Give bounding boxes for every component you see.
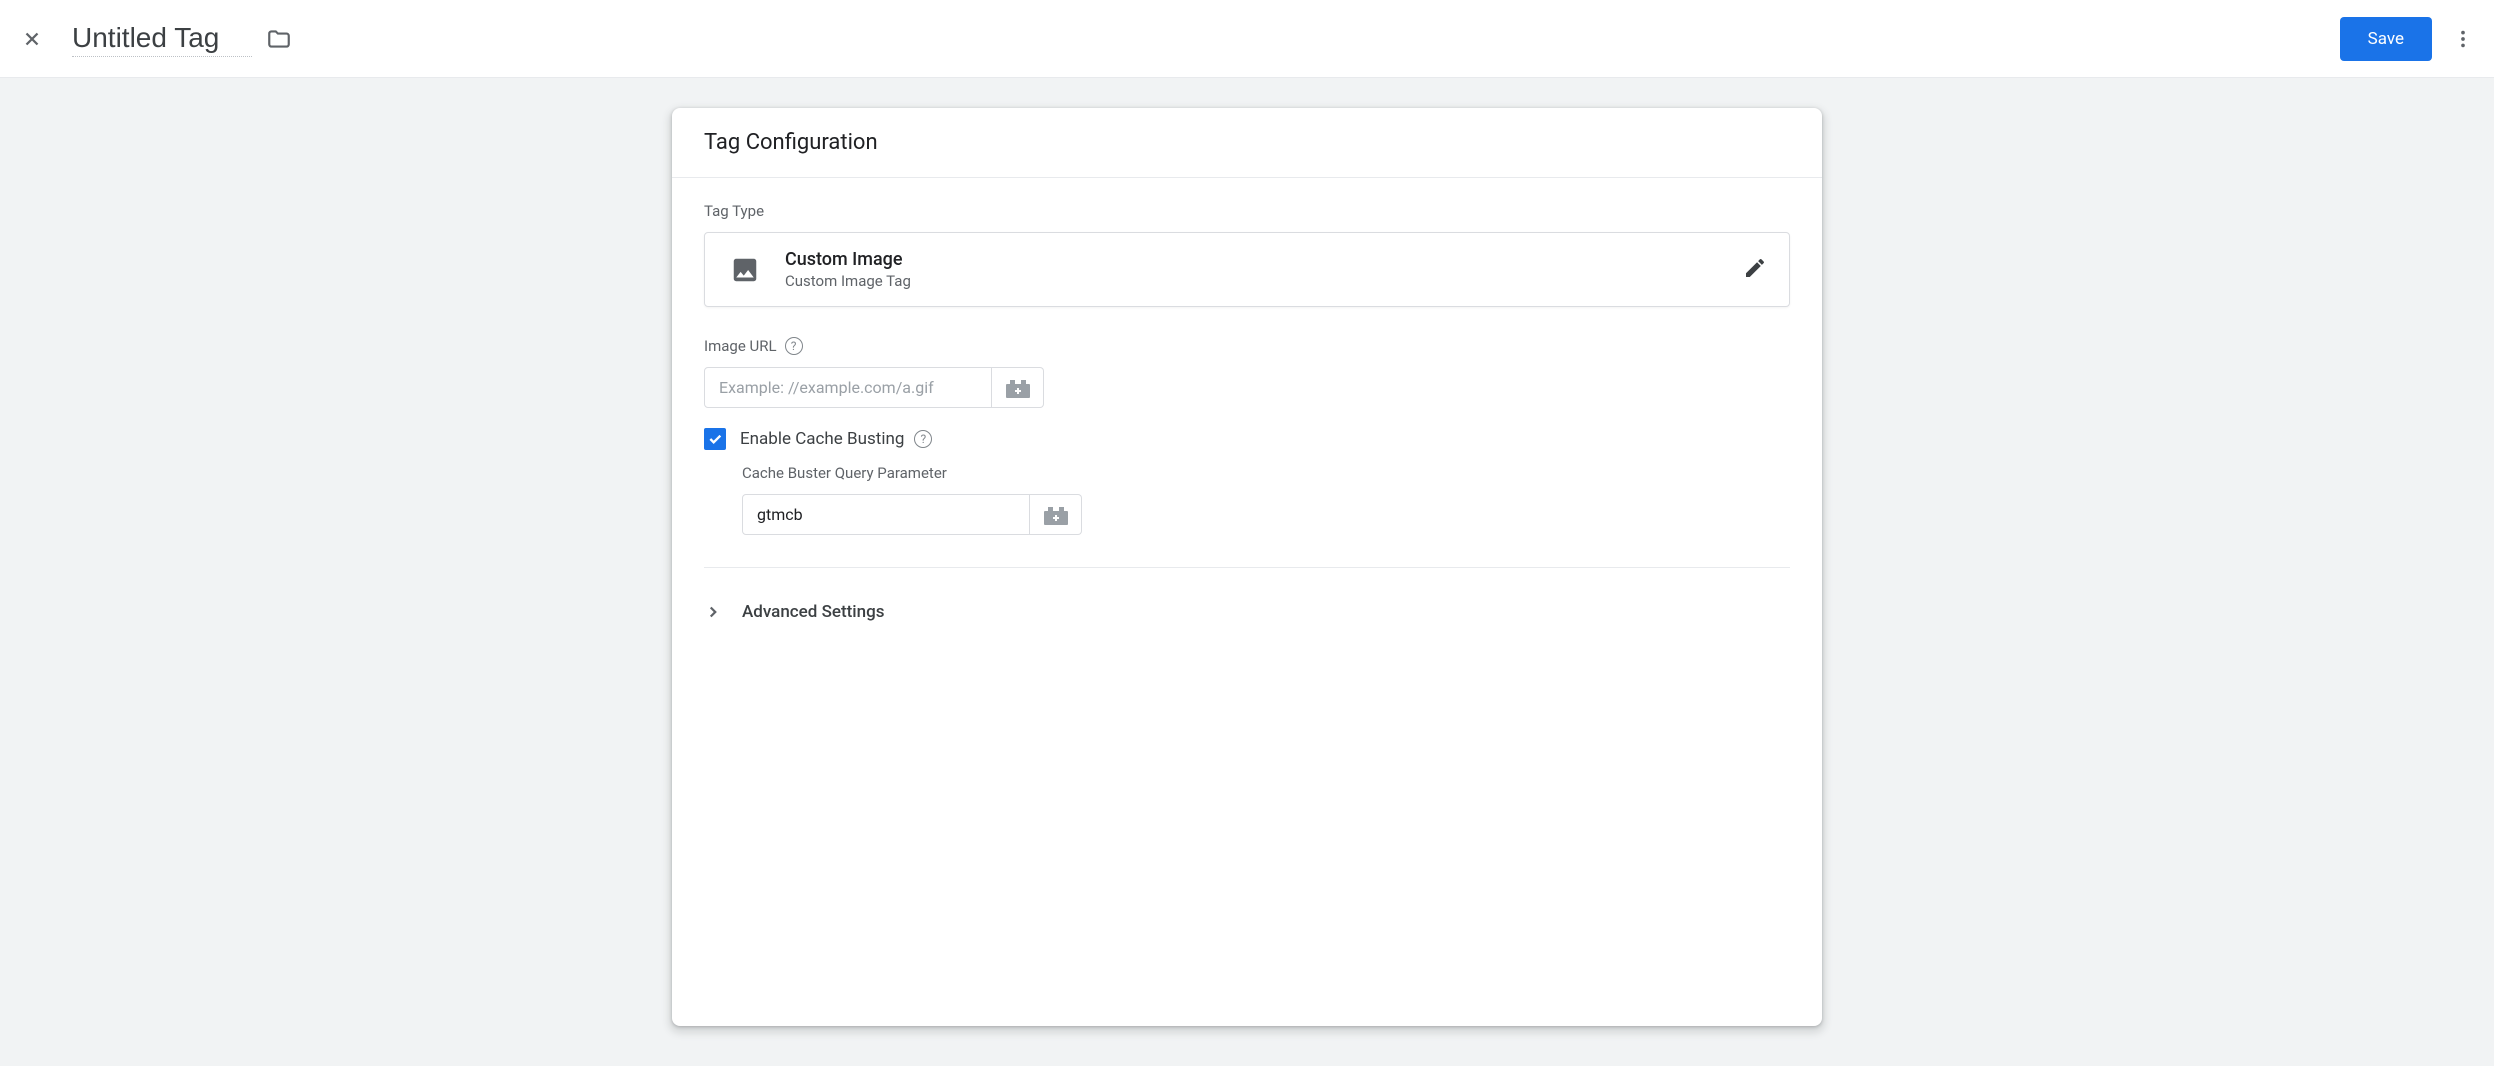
more-vert-icon	[2452, 28, 2474, 50]
tag-type-selector[interactable]: Custom Image Custom Image Tag	[704, 232, 1790, 307]
chevron-right-icon	[704, 603, 722, 621]
more-menu-button[interactable]	[2452, 28, 2474, 50]
image-icon	[727, 252, 763, 288]
pencil-icon	[1743, 256, 1767, 280]
brick-plus-icon	[1044, 505, 1068, 525]
panel-title: Tag Configuration	[672, 108, 1822, 178]
tag-type-title: Custom Image	[785, 249, 1743, 270]
cache-busting-checkbox[interactable]	[704, 428, 726, 450]
folder-icon	[266, 26, 292, 52]
edit-tag-type-button[interactable]	[1743, 256, 1767, 284]
save-button[interactable]: Save	[2340, 17, 2432, 61]
tag-type-label: Tag Type	[704, 202, 1790, 220]
image-url-label: Image URL ?	[704, 337, 1790, 355]
workspace: Tag Configuration Tag Type Custom Image …	[0, 78, 2494, 1066]
cache-param-input[interactable]	[742, 494, 1030, 535]
check-icon	[707, 431, 723, 447]
tag-name-input[interactable]	[72, 20, 252, 57]
cache-busting-label: Enable Cache Busting ?	[740, 429, 932, 449]
divider	[704, 567, 1790, 568]
help-icon[interactable]: ?	[785, 337, 803, 355]
variable-picker-button[interactable]	[1030, 494, 1082, 535]
variable-picker-button[interactable]	[992, 367, 1044, 408]
tag-type-subtitle: Custom Image Tag	[785, 272, 1743, 290]
close-button[interactable]	[20, 27, 44, 51]
dialog-header: Save	[0, 0, 2494, 78]
help-icon[interactable]: ?	[914, 430, 932, 448]
brick-plus-icon	[1006, 378, 1030, 398]
advanced-settings-toggle[interactable]: Advanced Settings	[672, 578, 1822, 652]
tag-configuration-panel: Tag Configuration Tag Type Custom Image …	[672, 108, 1822, 1026]
cache-param-label: Cache Buster Query Parameter	[742, 464, 1790, 482]
image-url-input[interactable]	[704, 367, 992, 408]
advanced-settings-label: Advanced Settings	[742, 602, 884, 622]
close-icon	[21, 28, 43, 50]
folder-button[interactable]	[266, 26, 292, 52]
